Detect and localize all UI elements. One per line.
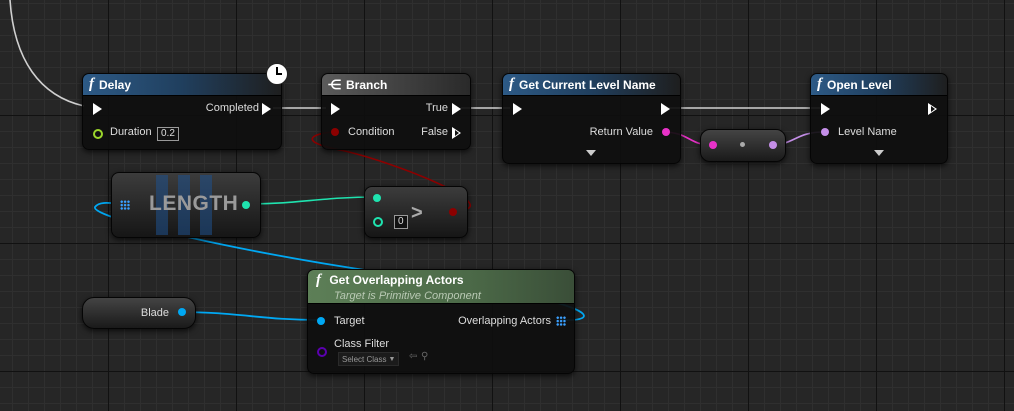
- function-icon: f: [817, 76, 822, 92]
- function-icon: f: [89, 76, 94, 92]
- branch-icon: ⋲: [328, 76, 341, 92]
- use-selected-arrow-icon[interactable]: ⇦: [409, 351, 417, 362]
- function-icon: f: [316, 272, 321, 288]
- class-filter-pin[interactable]: [317, 347, 327, 357]
- operator-label: >: [411, 202, 423, 224]
- int-wire: [244, 196, 378, 205]
- compare-value-input[interactable]: 0: [394, 215, 408, 229]
- open-level-exec-out-hollow: [931, 106, 935, 112]
- chevron-down-icon: ▼: [388, 355, 396, 363]
- condition-label: Condition: [348, 126, 395, 138]
- delay-node[interactable]: f Delay Completed Duration 0.2: [82, 73, 282, 150]
- exec-in-pin[interactable]: [93, 103, 102, 115]
- compare-output-pin[interactable]: [449, 208, 457, 216]
- target-pin[interactable]: [317, 317, 325, 325]
- clock-icon: [266, 63, 288, 85]
- completed-exec-pin[interactable]: [262, 103, 271, 115]
- compare-input-a-pin[interactable]: [373, 194, 381, 202]
- target-label: Target: [334, 315, 365, 327]
- completed-label: Completed: [205, 102, 259, 114]
- function-icon: f: [509, 76, 514, 92]
- blade-variable-node[interactable]: Blade: [82, 297, 196, 329]
- true-label: True: [425, 102, 448, 114]
- overlapping-actors-label: Overlapping Actors: [458, 315, 551, 327]
- return-value-label: Return Value: [589, 126, 653, 138]
- level-name-pin[interactable]: [821, 128, 829, 136]
- conversion-input-pin[interactable]: [709, 141, 717, 149]
- delay-header[interactable]: f Delay: [83, 74, 281, 96]
- blade-label: Blade: [140, 307, 169, 319]
- conversion-node[interactable]: [700, 129, 786, 162]
- open-level-title: Open Level: [827, 77, 892, 92]
- conversion-output-pin[interactable]: [769, 141, 777, 149]
- length-output-pin[interactable]: [242, 201, 250, 209]
- delay-title: Delay: [99, 77, 132, 92]
- object-wire-blade: [177, 311, 321, 321]
- overlap-subtitle: Target is Primitive Component: [334, 290, 481, 302]
- select-class-dropdown[interactable]: Select Class ▼: [338, 352, 400, 366]
- length-title: LENGTH: [149, 192, 239, 215]
- array-input-pin[interactable]: [120, 200, 130, 210]
- overlap-header[interactable]: f Get Overlapping Actors Target is Primi…: [308, 270, 574, 304]
- open-level-header[interactable]: f Open Level: [811, 74, 947, 96]
- branch-title: Branch: [346, 77, 388, 92]
- exec-wire-incoming: [9, 0, 85, 107]
- branch-exec-in-pin[interactable]: [331, 103, 340, 115]
- condition-pin[interactable]: [331, 128, 339, 136]
- get-overlapping-actors-node[interactable]: f Get Overlapping Actors Target is Primi…: [307, 269, 575, 374]
- get-level-exec-in-pin[interactable]: [513, 103, 522, 115]
- length-node[interactable]: LENGTH: [111, 172, 261, 238]
- get-level-header[interactable]: f Get Current Level Name: [503, 74, 680, 96]
- overlapping-actors-pin[interactable]: [556, 316, 566, 326]
- overlap-title: Get Overlapping Actors: [329, 273, 464, 287]
- blade-output-pin[interactable]: [178, 308, 186, 316]
- select-class-label: Select Class: [342, 354, 387, 364]
- false-label: False: [421, 126, 448, 138]
- branch-header[interactable]: ⋲ Branch: [322, 74, 470, 96]
- get-level-title: Get Current Level Name: [519, 77, 656, 92]
- return-value-pin[interactable]: [662, 128, 670, 136]
- duration-label: Duration: [110, 126, 152, 138]
- conversion-dot-icon: [740, 142, 745, 147]
- open-level-node[interactable]: f Open Level Level Name: [810, 73, 948, 164]
- expand-arrow-icon[interactable]: [874, 150, 884, 156]
- compare-input-b-pin[interactable]: [373, 217, 383, 227]
- get-current-level-name-node[interactable]: f Get Current Level Name Return Value: [502, 73, 681, 164]
- level-name-label: Level Name: [838, 126, 897, 138]
- branch-node[interactable]: ⋲ Branch True Condition False: [321, 73, 471, 150]
- class-filter-label: Class Filter: [334, 338, 390, 350]
- true-exec-pin[interactable]: [452, 103, 461, 115]
- browse-search-icon[interactable]: ⚲: [421, 351, 428, 362]
- duration-input[interactable]: 0.2: [157, 127, 179, 141]
- open-level-exec-in-pin[interactable]: [821, 103, 830, 115]
- false-exec-pin-hollow: [455, 130, 459, 136]
- get-level-exec-out-pin[interactable]: [661, 103, 670, 115]
- duration-pin[interactable]: [93, 129, 103, 139]
- expand-arrow-icon[interactable]: [586, 150, 596, 156]
- compare-node[interactable]: 0 >: [364, 186, 468, 238]
